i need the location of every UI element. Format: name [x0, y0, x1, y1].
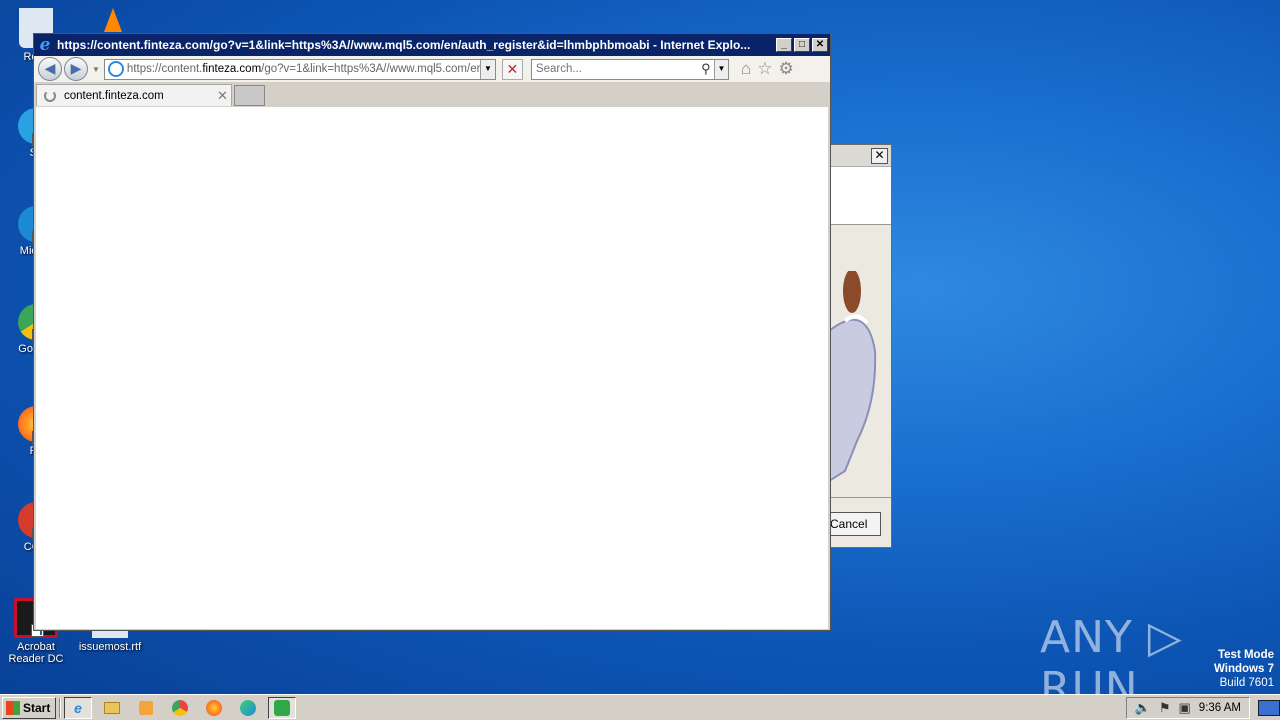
test-mode-label: Test Mode Windows 7 Build 7601 [1214, 648, 1274, 690]
explorer-icon [104, 701, 120, 714]
tab-content-finteza[interactable]: content.finteza.com ✕ [36, 84, 232, 106]
media-player-icon [139, 700, 153, 715]
volume-icon[interactable]: 🔈 [1135, 700, 1151, 716]
favorites-star-icon[interactable]: ☆ [757, 59, 772, 79]
back-button[interactable]: ◀ [38, 57, 62, 81]
action-center-flag-icon[interactable]: ⚑ [1159, 700, 1171, 716]
firefox-icon [206, 699, 222, 716]
background-dialog: ✕ Cancel [826, 144, 892, 548]
ie-icon: e [74, 699, 82, 716]
anyrun-icon [274, 699, 290, 716]
search-icon[interactable]: ⚲ [698, 61, 714, 77]
forward-button[interactable]: ▶ [64, 57, 88, 81]
build-line: Build 7601 [1219, 677, 1274, 689]
taskbar-firefox-button[interactable] [200, 697, 228, 719]
chrome-icon [172, 699, 188, 716]
arrow-right-icon: ▶ [70, 60, 82, 76]
address-url[interactable]: https://content.finteza.com/go?v=1&link=… [127, 63, 480, 75]
internet-explorer-icon: e [39, 35, 51, 55]
taskbar-ie-button[interactable]: e [64, 696, 92, 719]
arrow-left-icon: ◀ [44, 60, 56, 76]
search-dropdown-icon[interactable]: ▼ [713, 59, 728, 79]
desktop-icon-label: issuemost.rtf [78, 641, 142, 653]
tab-close-icon[interactable]: ✕ [217, 88, 231, 104]
start-label: Start [23, 700, 51, 715]
taskbar: Start e 🔈 ⚑ ▣ 9:36 AM [0, 694, 1280, 720]
desktop-icon-label: Acrobat Reader DC [8, 641, 64, 665]
edge-icon [240, 699, 256, 716]
cancel-button[interactable]: Cancel [827, 512, 881, 536]
test-mode-line: Test Mode [1217, 649, 1274, 661]
url-domain: finteza.com [202, 63, 262, 75]
taskbar-explorer-button[interactable] [98, 697, 126, 719]
tab-title: content.finteza.com [64, 89, 164, 102]
loading-spinner-icon [44, 89, 56, 102]
taskbar-separator [59, 697, 61, 718]
close-button[interactable]: ✕ [812, 38, 828, 52]
start-button[interactable]: Start [2, 696, 56, 719]
person-waving-illustration [828, 271, 877, 483]
tab-bar: content.finteza.com ✕ [34, 82, 830, 106]
gear-icon[interactable]: ⚙ [778, 59, 793, 79]
clock[interactable]: 9:36 AM [1199, 702, 1241, 714]
dialog-separator [827, 497, 891, 498]
minimize-button[interactable]: _ [776, 38, 792, 52]
new-tab-button[interactable] [234, 85, 265, 106]
dialog-close-button[interactable]: ✕ [871, 148, 888, 164]
browser-window: e https://content.finteza.com/go?v=1&lin… [33, 33, 831, 631]
search-box[interactable]: ⚲ ▼ [530, 58, 729, 80]
address-bar[interactable]: https://content.finteza.com/go?v=1&link=… [103, 58, 496, 80]
stop-icon: ✕ [506, 60, 519, 77]
search-input[interactable] [531, 63, 698, 75]
stop-button[interactable]: ✕ [501, 58, 523, 80]
maximize-button[interactable]: □ [794, 38, 810, 52]
dialog-title-bar: ✕ [827, 145, 891, 167]
dialog-header-area [827, 167, 891, 225]
taskbar-anyrun-button[interactable] [268, 696, 296, 719]
history-dropdown-icon[interactable]: ▼ [92, 65, 100, 74]
taskbar-edge-button[interactable] [234, 697, 262, 719]
windows-logo-icon [6, 700, 20, 715]
windows-version-line: Windows 7 [1214, 663, 1274, 675]
taskbar-chrome-button[interactable] [166, 697, 194, 719]
navigation-bar: ◀ ▶ ▼ https://content.finteza.com/go?v=1… [34, 56, 830, 82]
taskbar-media-player-button[interactable] [132, 697, 160, 719]
vlc-icon[interactable] [104, 8, 122, 32]
home-icon[interactable]: ⌂ [741, 59, 751, 79]
address-dropdown-icon[interactable]: ▼ [479, 59, 495, 79]
window-title: https://content.finteza.com/go?v=1&link=… [57, 38, 751, 52]
network-icon[interactable]: ▣ [1179, 700, 1191, 716]
url-prefix: https://content. [126, 63, 203, 75]
show-desktop-button[interactable] [1258, 699, 1280, 716]
system-tray: 🔈 ⚑ ▣ 9:36 AM [1125, 696, 1250, 719]
browser-title-bar[interactable]: e https://content.finteza.com/go?v=1&lin… [34, 34, 830, 56]
page-icon [107, 61, 124, 77]
page-content[interactable] [36, 107, 828, 629]
url-path: /go?v=1&link=https%3A//www.mql5.com/er [261, 63, 480, 75]
